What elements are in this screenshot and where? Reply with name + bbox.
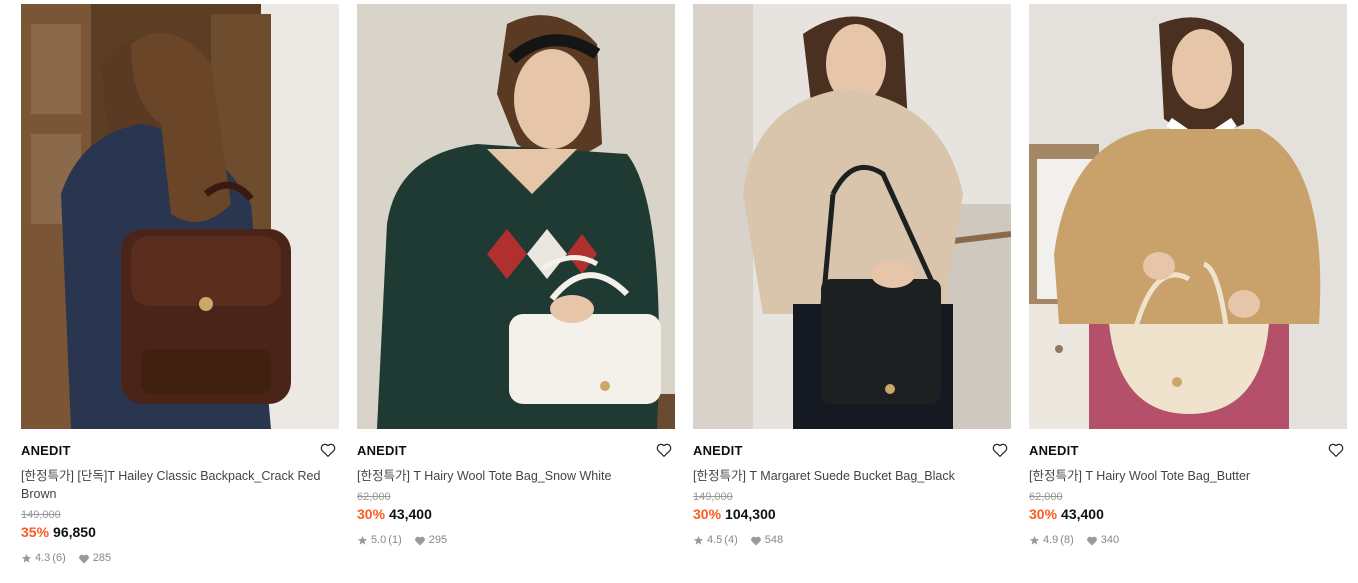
discount-rate: 35% [21,524,50,540]
product-card[interactable]: ANEDIT [한정특가] [단독]T Hailey Classic Backp… [21,4,339,565]
product-name[interactable]: [한정특가] T Hairy Wool Tote Bag_Snow White [357,467,669,485]
likes-heart-icon [78,554,89,563]
sale-price: 43,400 [1061,506,1104,522]
price-line: 30% 43,400 [1029,505,1347,523]
star-icon [693,535,704,545]
product-name[interactable]: [한정특가] [단독]T Hailey Classic Backpack_Cra… [21,467,333,503]
product-name[interactable]: [한정특가] T Margaret Suede Bucket Bag_Black [693,467,1005,485]
star-icon [1029,535,1040,545]
likes-count: 295 [428,534,448,546]
product-grid: ANEDIT [한정특가] [단독]T Hailey Classic Backp… [0,0,1358,583]
star-icon [357,535,368,545]
likes-count: 285 [92,552,112,564]
product-stats: 4.5 (4) 548 [693,533,1011,547]
sale-price: 96,850 [53,524,96,540]
rating-value: 4.9 [1043,534,1059,546]
product-brand[interactable]: ANEDIT [21,443,339,459]
original-price: 149,000 [693,491,733,503]
product-stats: 5.0 (1) 295 [357,533,675,547]
product-stats: 4.9 (8) 340 [1029,533,1347,547]
likes-count: 340 [1100,534,1120,546]
likes-count: 548 [764,534,784,546]
price-line: 30% 104,300 [693,505,1011,523]
wishlist-heart-icon[interactable] [655,441,673,459]
price-line: 30% 43,400 [357,505,675,523]
review-count: (1) [388,534,402,546]
product-card[interactable]: ANEDIT [한정특가] T Hairy Wool Tote Bag_Butt… [1029,4,1347,547]
wishlist-heart-icon[interactable] [1327,441,1345,459]
discount-rate: 30% [693,506,722,522]
product-card[interactable]: ANEDIT [한정특가] T Hairy Wool Tote Bag_Snow… [357,4,675,547]
original-price: 62,000 [357,491,391,503]
discount-rate: 30% [1029,506,1058,522]
product-image[interactable] [1029,4,1347,429]
rating-value: 5.0 [371,534,387,546]
sale-price: 104,300 [725,506,776,522]
product-stats: 4.3 (6) 285 [21,551,339,565]
review-count: (8) [1060,534,1074,546]
likes-heart-icon [1086,536,1097,545]
rating-value: 4.5 [707,534,723,546]
star-icon [21,553,32,563]
product-name[interactable]: [한정특가] T Hairy Wool Tote Bag_Butter [1029,467,1341,485]
discount-rate: 30% [357,506,386,522]
product-brand[interactable]: ANEDIT [1029,443,1347,459]
review-count: (4) [724,534,738,546]
product-image[interactable] [21,4,339,429]
original-price: 62,000 [1029,491,1063,503]
wishlist-heart-icon[interactable] [319,441,337,459]
product-brand[interactable]: ANEDIT [693,443,1011,459]
rating-value: 4.3 [35,552,51,564]
likes-heart-icon [414,536,425,545]
product-image[interactable] [357,4,675,429]
sale-price: 43,400 [389,506,432,522]
product-card[interactable]: ANEDIT [한정특가] T Margaret Suede Bucket Ba… [693,4,1011,547]
product-image[interactable] [693,4,1011,429]
review-count: (6) [52,552,66,564]
wishlist-heart-icon[interactable] [991,441,1009,459]
product-brand[interactable]: ANEDIT [357,443,675,459]
likes-heart-icon [750,536,761,545]
price-line: 35% 96,850 [21,523,339,541]
original-price: 149,000 [21,509,61,521]
